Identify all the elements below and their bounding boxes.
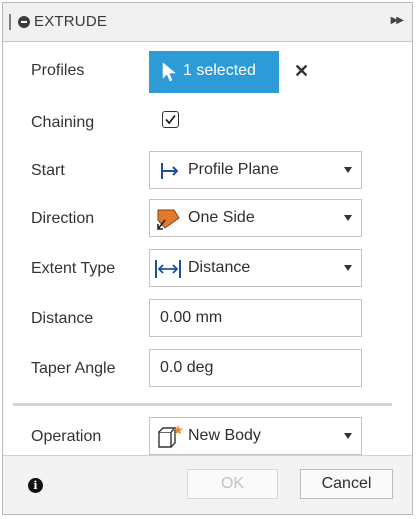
extent-type-dropdown[interactable]: Distance bbox=[149, 249, 362, 287]
operation-value: New Body bbox=[188, 427, 261, 444]
collapse-icon[interactable] bbox=[18, 16, 30, 28]
extent-type-value: Distance bbox=[188, 259, 251, 276]
profiles-label: Profiles bbox=[31, 62, 85, 79]
distance-icon bbox=[155, 260, 181, 278]
section-divider bbox=[13, 403, 392, 406]
clear-selection-icon[interactable]: ✕ bbox=[294, 61, 309, 82]
distance-input[interactable]: 0.00 mm bbox=[149, 299, 362, 337]
cancel-button[interactable]: Cancel bbox=[300, 469, 393, 499]
start-value: Profile Plane bbox=[188, 161, 279, 178]
chaining-label: Chaining bbox=[31, 114, 95, 131]
profiles-select-button[interactable]: 1 selected bbox=[149, 51, 279, 93]
profiles-select-label: 1 selected bbox=[183, 62, 256, 79]
taper-angle-label: Taper Angle bbox=[31, 360, 116, 377]
distance-value: 0.00 mm bbox=[160, 309, 223, 326]
new-body-icon bbox=[158, 425, 183, 448]
profile-plane-icon bbox=[161, 163, 179, 179]
expand-arrows-icon[interactable]: ▶▶ bbox=[391, 15, 404, 26]
one-side-icon bbox=[157, 209, 180, 230]
chaining-checkbox[interactable] bbox=[162, 111, 179, 128]
dialog-titlebar[interactable]: EXTRUDE ▶▶ bbox=[3, 3, 412, 42]
chevron-down-icon bbox=[344, 265, 352, 271]
extent-type-label: Extent Type bbox=[31, 260, 116, 277]
direction-value: One Side bbox=[188, 209, 255, 226]
checkmark-icon bbox=[165, 114, 176, 125]
operation-dropdown[interactable]: New Body bbox=[149, 417, 362, 455]
direction-label: Direction bbox=[31, 210, 95, 227]
start-label: Start bbox=[31, 162, 65, 179]
info-icon[interactable]: i bbox=[28, 478, 43, 493]
start-dropdown[interactable]: Profile Plane bbox=[149, 151, 362, 189]
ok-button[interactable]: OK bbox=[187, 469, 278, 499]
dialog-title: EXTRUDE bbox=[34, 13, 108, 30]
chevron-down-icon bbox=[344, 433, 352, 439]
cursor-arrow-icon bbox=[162, 62, 176, 82]
operation-label: Operation bbox=[31, 428, 102, 445]
chevron-down-icon bbox=[344, 215, 352, 221]
taper-angle-value: 0.0 deg bbox=[160, 359, 214, 376]
distance-label: Distance bbox=[31, 310, 94, 327]
drag-grip-icon[interactable] bbox=[9, 14, 11, 30]
chevron-down-icon bbox=[344, 167, 352, 173]
dialog-footer: i OK Cancel bbox=[3, 455, 412, 514]
direction-dropdown[interactable]: One Side bbox=[149, 199, 362, 237]
taper-angle-input[interactable]: 0.0 deg bbox=[149, 349, 362, 387]
extrude-dialog: EXTRUDE ▶▶ Profiles 1 selected ✕ Chainin… bbox=[2, 2, 413, 515]
